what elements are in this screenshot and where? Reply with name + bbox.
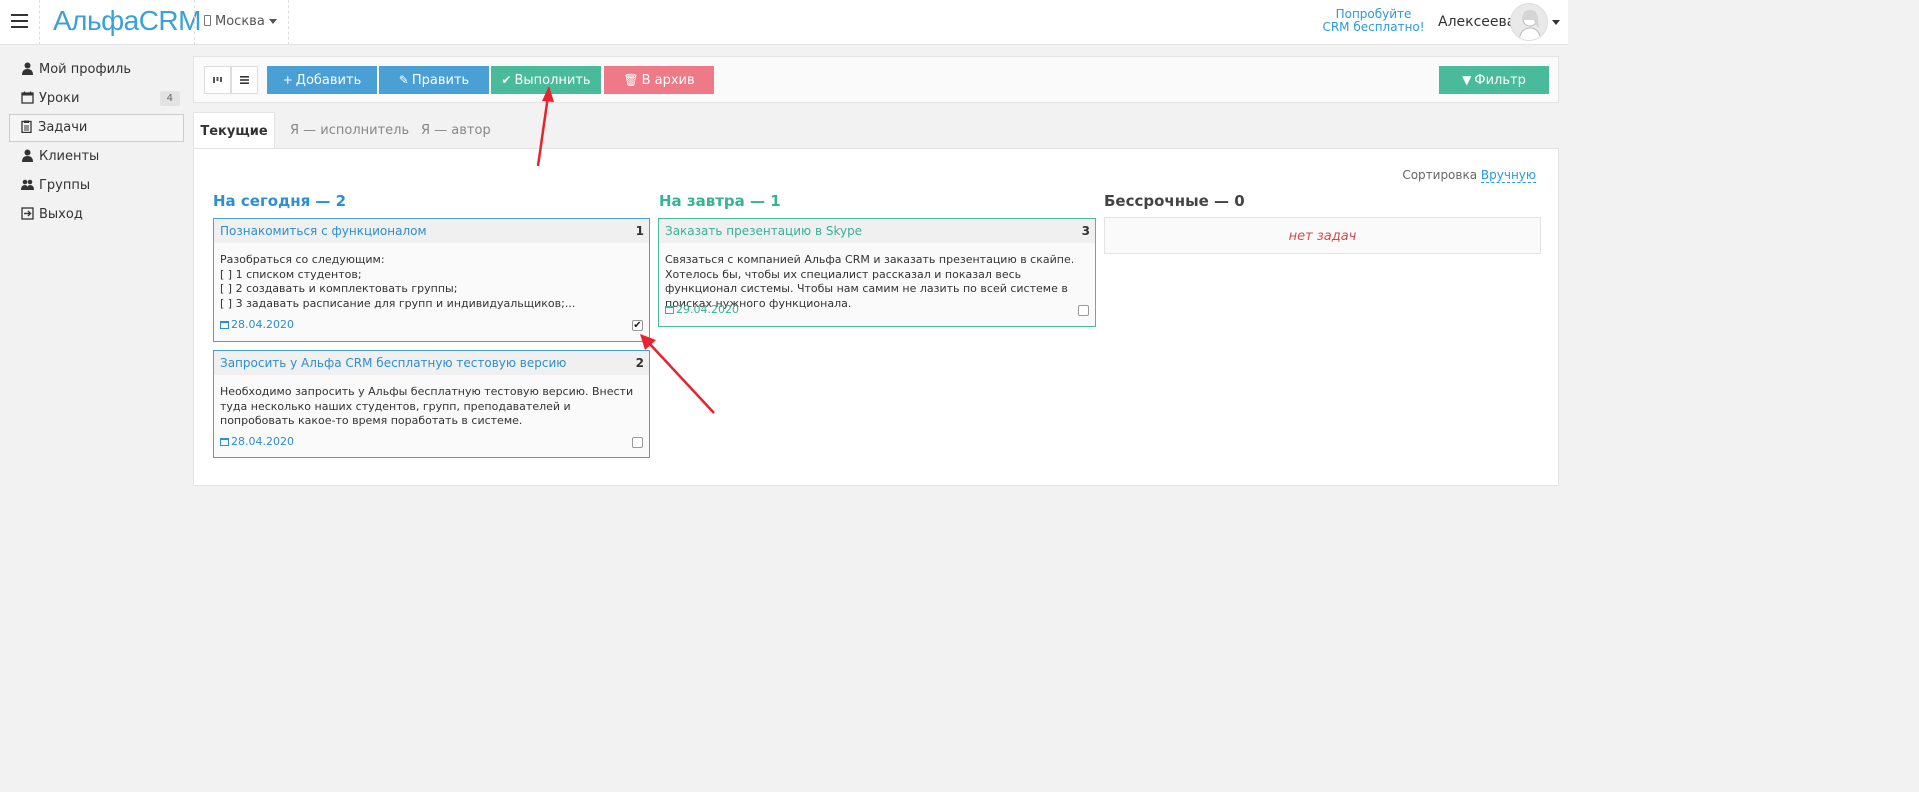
complete-button[interactable]: ✔ Выполнить — [491, 66, 601, 94]
tab-author[interactable]: Я — автор — [421, 112, 491, 149]
toolbar: + Добавить ✎ Править ✔ Выполнить 🗑 В архив ▼… — [193, 56, 1559, 103]
task-card[interactable]: Запросить у Альфа CRM бесплатную тестову… — [213, 350, 650, 458]
username[interactable]: Алексеева — [1438, 14, 1515, 30]
task-date-value: 28.04.2020 — [231, 435, 294, 448]
sidebar: Мой профиль Уроки 4 Задачи Клиенты Групп… — [9, 56, 184, 230]
divider — [39, 0, 40, 45]
complete-label: Выполнить — [514, 73, 591, 88]
edit-label: Править — [411, 73, 470, 88]
user-icon — [22, 62, 33, 75]
sidebar-item-label: Уроки — [39, 91, 80, 106]
archive-button[interactable]: 🗑 В архив — [604, 66, 714, 94]
task-card[interactable]: Познакомиться с функционалом 1 Разобрать… — [213, 218, 650, 342]
logout-icon — [21, 207, 34, 220]
task-complete-checkbox[interactable]: ✔ — [632, 320, 643, 331]
task-description: Разобраться со следующим: [ ] 1 списком … — [220, 253, 576, 310]
task-complete-checkbox[interactable] — [1078, 305, 1089, 316]
archive-label: В архив — [641, 73, 695, 88]
calendar-icon — [665, 306, 674, 314]
edit-button[interactable]: ✎ Править — [379, 66, 489, 94]
sidebar-item-clients[interactable]: Клиенты — [9, 143, 184, 171]
sidebar-item-lessons[interactable]: Уроки 4 — [9, 85, 184, 113]
try-free-link[interactable]: Попробуйте CRM бесплатно! — [1316, 8, 1431, 34]
plus-icon: + — [282, 73, 293, 87]
city-selector[interactable]: Москва — [204, 14, 277, 29]
try-line-2: CRM бесплатно! — [1322, 20, 1425, 34]
task-date-value: 29.04.2020 — [676, 303, 739, 316]
column-no-deadline-title: Бессрочные — 0 — [1104, 192, 1245, 210]
filter-icon: ▼ — [1462, 73, 1472, 87]
pencil-icon: ✎ — [398, 73, 409, 87]
column-tomorrow-title: На завтра — 1 — [659, 192, 781, 210]
task-date: 28.04.2020 — [220, 435, 294, 448]
calendar-icon — [21, 91, 34, 104]
sidebar-item-logout[interactable]: Выход — [9, 201, 184, 229]
sort-label: Сортировка — [1402, 168, 1478, 182]
divider — [288, 0, 289, 45]
check-icon: ✔ — [501, 73, 512, 87]
task-complete-checkbox[interactable] — [632, 437, 643, 448]
task-description: Связаться с компанией Альфа CRM и заказа… — [665, 253, 1075, 310]
task-card-header: Заказать презентацию в Skype 3 — [659, 219, 1095, 243]
logo[interactable]: АльфаCRM — [53, 5, 201, 37]
phone-icon — [204, 15, 211, 26]
task-card[interactable]: Заказать презентацию в Skype 3 Связаться… — [658, 218, 1096, 327]
chevron-down-icon — [268, 19, 277, 24]
task-card-header: Запросить у Альфа CRM бесплатную тестову… — [214, 351, 649, 375]
add-button[interactable]: + Добавить — [267, 66, 377, 94]
sidebar-item-tasks[interactable]: Задачи — [9, 114, 184, 142]
task-date: 28.04.2020 — [220, 318, 294, 331]
avatar[interactable] — [1510, 3, 1548, 41]
sidebar-item-label: Группы — [39, 178, 91, 193]
sidebar-item-groups[interactable]: Группы — [9, 172, 184, 200]
city-label: Москва — [215, 14, 265, 29]
list-view-button[interactable] — [231, 66, 258, 94]
user-icon — [22, 149, 33, 162]
task-date-value: 28.04.2020 — [231, 318, 294, 331]
clipboard-icon — [21, 120, 32, 133]
tab-current[interactable]: Текущие — [193, 112, 275, 149]
lessons-count-badge: 4 — [159, 91, 180, 106]
users-icon — [21, 179, 34, 190]
sort-control: Сортировка Вручную — [1402, 168, 1536, 183]
calendar-icon — [220, 438, 229, 446]
task-title[interactable]: Запросить у Альфа CRM бесплатную тестову… — [220, 356, 566, 370]
column-today-title: На сегодня — 2 — [213, 192, 347, 210]
list-icon — [240, 76, 249, 84]
task-title[interactable]: Познакомиться с функционалом — [220, 224, 427, 238]
kanban-icon — [213, 77, 222, 83]
menu-icon[interactable] — [11, 14, 28, 28]
sidebar-item-label: Клиенты — [39, 149, 100, 164]
filter-button[interactable]: ▼ Фильтр — [1439, 66, 1549, 94]
task-board: Сортировка Вручную На сегодня — 2 Познак… — [193, 148, 1559, 486]
sidebar-item-label: Выход — [39, 207, 83, 222]
task-card-header: Познакомиться с функционалом 1 — [214, 219, 649, 243]
task-number: 3 — [1081, 224, 1090, 238]
top-bar: АльфаCRM Москва Попробуйте CRM бесплатно… — [0, 0, 1568, 45]
trash-icon: 🗑 — [623, 73, 639, 87]
sidebar-item-label: Задачи — [38, 120, 88, 135]
task-description: Необходимо запросить у Альфы бесплатную … — [220, 385, 634, 427]
user-menu-caret-icon[interactable] — [1552, 20, 1560, 25]
sort-mode-link[interactable]: Вручную — [1480, 168, 1536, 183]
task-title[interactable]: Заказать презентацию в Skype — [665, 224, 862, 238]
tab-assignee[interactable]: Я — исполнитель — [290, 112, 409, 149]
add-label: Добавить — [295, 73, 362, 88]
task-number: 2 — [635, 356, 644, 370]
sidebar-item-label: Мой профиль — [39, 62, 131, 77]
filter-label: Фильтр — [1474, 73, 1526, 88]
sidebar-item-profile[interactable]: Мой профиль — [9, 56, 184, 84]
divider — [194, 0, 195, 45]
kanban-view-button[interactable] — [204, 66, 231, 94]
task-date: 29.04.2020 — [665, 303, 739, 316]
calendar-icon — [220, 321, 229, 329]
task-number: 1 — [635, 224, 644, 238]
empty-column-message: нет задач — [1104, 217, 1541, 254]
